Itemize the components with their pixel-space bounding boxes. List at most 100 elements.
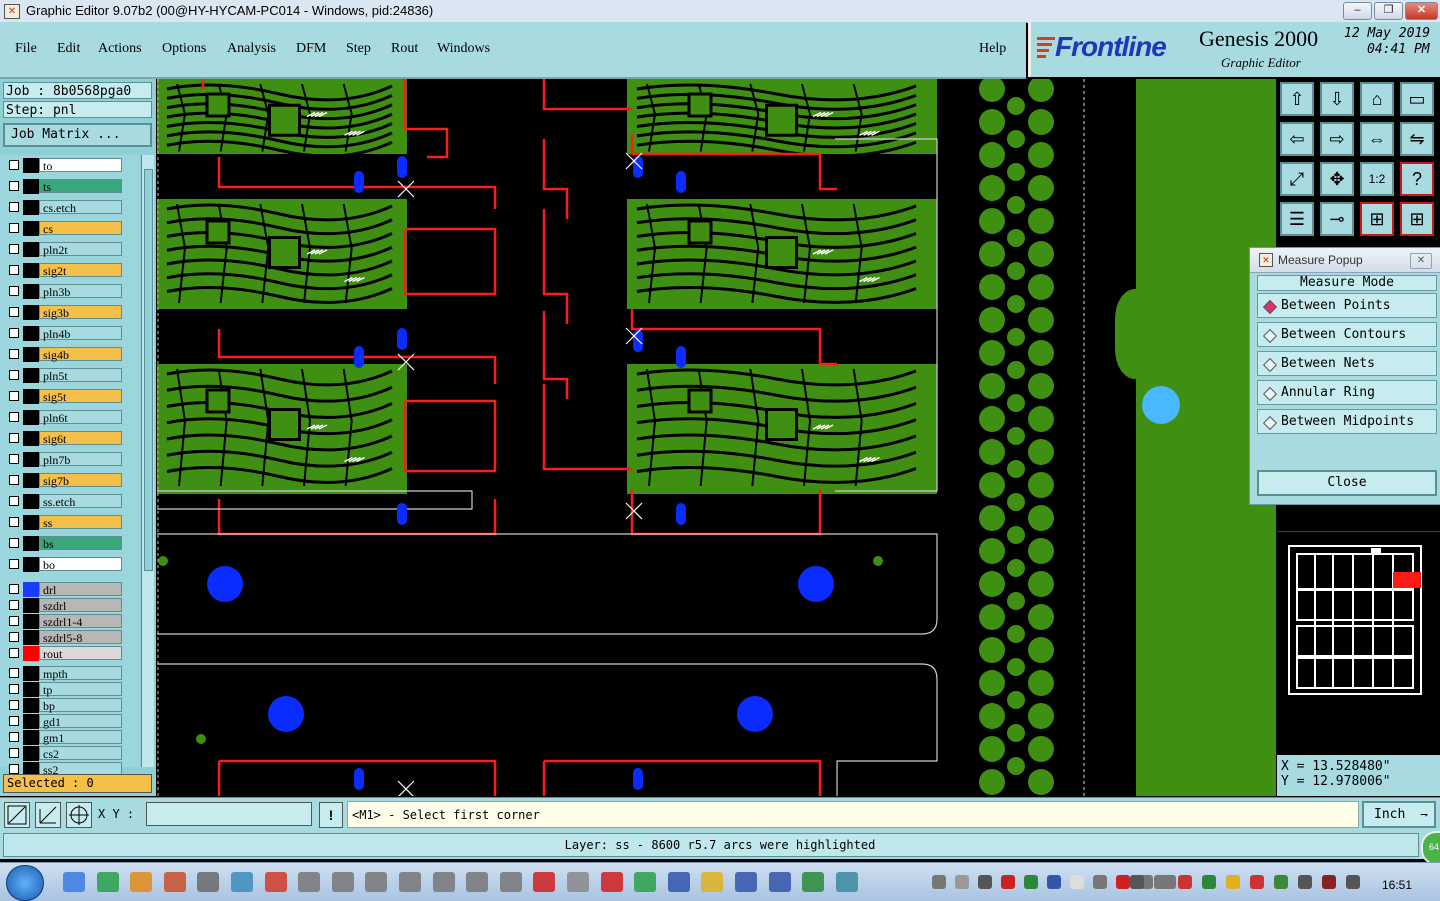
layer-row-sig4b[interactable]: sig4b (7, 347, 123, 362)
layer-row-ss[interactable]: ss (7, 515, 123, 530)
layer-row-szdrl1-4[interactable]: szdrl1-4 (7, 614, 123, 629)
layer-checkbox[interactable] (9, 716, 19, 726)
layer-checkbox[interactable] (9, 668, 19, 678)
layer-checkbox[interactable] (9, 454, 19, 464)
layer-color-swatch[interactable] (23, 158, 39, 173)
taskbar-app-icon[interactable] (768, 872, 791, 892)
layer-row-sig3b[interactable]: sig3b (7, 305, 123, 320)
menu-rout[interactable]: Rout (391, 41, 418, 57)
layer-checkbox[interactable] (9, 391, 19, 401)
minimize-button[interactable]: – (1343, 2, 1372, 20)
layer-row-sig6t[interactable]: sig6t (7, 431, 123, 446)
taskbar-app-icon[interactable] (63, 872, 85, 892)
menu-options[interactable]: Options (162, 41, 206, 57)
fit-icon[interactable]: ⤢ (1280, 162, 1314, 196)
layer-checkbox[interactable] (9, 433, 19, 443)
layer-color-swatch[interactable] (23, 746, 39, 761)
layer-name[interactable]: mpth (39, 666, 122, 681)
tray-icon[interactable] (1322, 875, 1336, 889)
tool-settings-icon[interactable]: ☰ (1280, 202, 1314, 236)
layer-color-swatch[interactable] (23, 682, 39, 697)
layer-name[interactable]: rout (39, 646, 122, 661)
layer-color-swatch[interactable] (23, 630, 39, 645)
layer-checkbox[interactable] (9, 202, 19, 212)
taskbar-app-icon[interactable] (197, 872, 220, 892)
tray-icon[interactable] (1154, 875, 1168, 889)
maximize-button[interactable]: ❐ (1374, 2, 1403, 20)
menu-file[interactable]: File (15, 41, 37, 57)
taskbar-app-icon[interactable] (499, 872, 522, 892)
layer-name[interactable]: cs (39, 221, 122, 236)
probe-icon[interactable]: ⊸ (1320, 202, 1354, 236)
layer-checkbox[interactable] (9, 684, 19, 694)
layer-color-swatch[interactable] (23, 582, 39, 597)
layer-name[interactable]: sig2t (39, 263, 122, 278)
popup-close-icon[interactable]: ✕ (1410, 253, 1432, 269)
layer-color-swatch[interactable] (23, 410, 39, 425)
taskbar-app-icon[interactable] (231, 872, 253, 892)
layer-color-swatch[interactable] (23, 452, 39, 467)
layer-row-drl[interactable]: drl (7, 582, 123, 597)
layer-checkbox[interactable] (9, 223, 19, 233)
layer-checkbox[interactable] (9, 559, 19, 569)
layer-color-swatch[interactable] (23, 598, 39, 613)
layer-name[interactable]: sig6t (39, 431, 122, 446)
layer-row-bo[interactable]: bo (7, 557, 123, 572)
layer-row-pln4b[interactable]: pln4b (7, 326, 123, 341)
layer-row-szdrl5-8[interactable]: szdrl5-8 (7, 630, 123, 645)
layer-color-swatch[interactable] (23, 473, 39, 488)
menu-windows[interactable]: Windows (437, 41, 490, 57)
layer-color-swatch[interactable] (23, 614, 39, 629)
layer-name[interactable]: ts (39, 179, 122, 194)
layer-row-rout[interactable]: rout (7, 646, 123, 661)
menu-help[interactable]: Help (979, 41, 1006, 57)
taskbar-app-icon[interactable] (130, 872, 153, 892)
layer-row-gd1[interactable]: gd1 (7, 714, 123, 729)
layer-color-swatch[interactable] (23, 646, 39, 661)
redraw-icon[interactable]: ⇋ (1400, 122, 1434, 156)
taskbar-app-icon[interactable] (701, 872, 724, 892)
layer-scrollbar[interactable] (141, 155, 154, 767)
layer-color-swatch[interactable] (23, 305, 39, 320)
layer-row-pln5t[interactable]: pln5t (7, 368, 123, 383)
menu-actions[interactable]: Actions (98, 41, 142, 57)
layer-checkbox[interactable] (9, 764, 19, 774)
layer-checkbox[interactable] (9, 286, 19, 296)
layer-row-ts[interactable]: ts (7, 179, 123, 194)
taskbar-app-icon[interactable] (600, 872, 623, 892)
layer-row-mpth[interactable]: mpth (7, 666, 123, 681)
measure-option-between-points[interactable]: Between Points (1257, 293, 1437, 318)
taskbar-app-icon[interactable] (163, 872, 186, 892)
layer-checkbox[interactable] (9, 600, 19, 610)
layer-name[interactable]: bo (39, 557, 122, 572)
taskbar-app-icon[interactable] (432, 872, 455, 892)
menu-analysis[interactable]: Analysis (227, 41, 276, 57)
layer-checkbox[interactable] (9, 370, 19, 380)
tray-icon[interactable] (1024, 875, 1038, 889)
taskbar-app-icon[interactable] (567, 872, 589, 892)
zoom-home-icon[interactable]: ⇧ (1280, 82, 1314, 116)
taskbar-app-icon[interactable] (298, 872, 321, 892)
layer-color-swatch[interactable] (23, 557, 39, 572)
layer-name[interactable]: szdrl5-8 (39, 630, 122, 645)
layer-row-szdrl[interactable]: szdrl (7, 598, 123, 613)
layer-color-swatch[interactable] (23, 431, 39, 446)
pan-right-icon[interactable]: ⇨ (1320, 122, 1354, 156)
layer-row-bp[interactable]: bp (7, 698, 123, 713)
taskbar-app-icon[interactable] (533, 872, 556, 892)
taskbar-app-icon[interactable] (96, 872, 119, 892)
layer-checkbox[interactable] (9, 160, 19, 170)
layer-checkbox[interactable] (9, 616, 19, 626)
job-matrix-button[interactable]: Job Matrix ... (3, 123, 152, 147)
layer-checkbox[interactable] (9, 496, 19, 506)
layer-row-pln7b[interactable]: pln7b (7, 452, 123, 467)
layer-color-swatch[interactable] (23, 200, 39, 215)
measure-option-between-contours[interactable]: Between Contours (1257, 322, 1437, 347)
layer-row-sig7b[interactable]: sig7b (7, 473, 123, 488)
center-icon[interactable]: ✥ (1320, 162, 1354, 196)
menu-step[interactable]: Step (346, 41, 371, 57)
layer-name[interactable]: to (39, 158, 122, 173)
layer-name[interactable]: cs2 (39, 746, 122, 761)
badge-icon[interactable]: 64 (1421, 831, 1440, 865)
tray-icon[interactable] (1250, 875, 1264, 889)
